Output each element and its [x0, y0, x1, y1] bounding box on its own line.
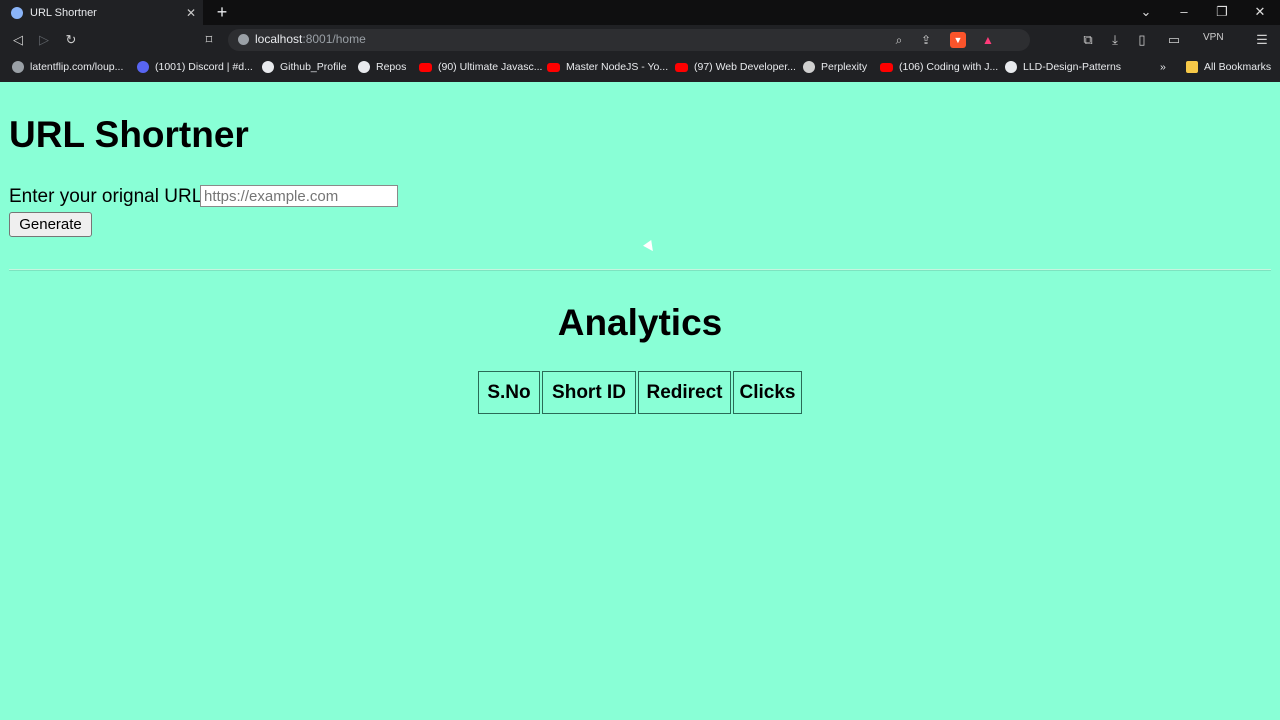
bookmark-label: Master NodeJS - Yo... [566, 61, 669, 73]
bookmarks-overflow-icon[interactable]: » [1160, 61, 1166, 73]
tab-active[interactable]: URL Shortner ✕ [0, 0, 203, 25]
github-icon [358, 61, 370, 73]
bookmark-label: latentflip.com/loup... [30, 61, 124, 73]
column-header-clicks: Clicks [733, 371, 802, 414]
bookmark-item[interactable]: Perplexity [803, 61, 867, 73]
all-bookmarks-button[interactable]: All Bookmarks [1186, 61, 1271, 73]
bookmark-item[interactable]: latentflip.com/loup... [12, 61, 123, 73]
bookmark-item[interactable]: (90) Ultimate Javasc... [419, 61, 542, 73]
divider [9, 269, 1271, 271]
url-input-label: Enter your orignal URL [9, 186, 203, 207]
new-tab-button[interactable]: + [214, 3, 230, 21]
minimize-button[interactable]: – [1176, 4, 1192, 19]
bookmark-label: (1001) Discord | #d... [155, 61, 253, 73]
generate-button[interactable]: Generate [9, 212, 92, 237]
brave-rewards-icon[interactable]: ▲ [980, 32, 996, 48]
menu-icon[interactable]: ☰ [1254, 32, 1270, 48]
all-bookmarks-label: All Bookmarks [1204, 61, 1272, 73]
bookmark-label: (90) Ultimate Javasc... [438, 61, 543, 73]
downloads-icon[interactable]: ⤓ [1107, 32, 1123, 48]
site-info-icon[interactable] [238, 34, 249, 45]
analytics-title: Analytics [557, 302, 723, 343]
close-tab-icon[interactable]: ✕ [184, 6, 198, 20]
reload-button[interactable]: ↻ [63, 32, 79, 48]
folder-icon [1186, 61, 1198, 73]
github-icon [1005, 61, 1017, 73]
perplexity-icon [803, 61, 815, 73]
tab-title: URL Shortner [30, 6, 97, 19]
close-window-button[interactable]: ✕ [1252, 4, 1268, 20]
youtube-icon [675, 62, 688, 72]
back-button[interactable]: ◁ [10, 32, 26, 48]
bookmark-label: Repos [376, 61, 407, 73]
brave-shields-icon[interactable]: ▼ [950, 32, 966, 48]
original-url-input[interactable] [200, 185, 398, 207]
analytics-table: S.No Short ID Redirect Clicks [478, 371, 802, 414]
youtube-icon [880, 62, 893, 72]
bookmark-item[interactable]: Repos [358, 61, 406, 73]
bookmark-item[interactable]: (106) Coding with J... [880, 61, 998, 73]
discord-icon [137, 61, 149, 73]
youtube-icon [419, 62, 432, 72]
extensions-icon[interactable]: ⧉ [1080, 32, 1096, 48]
column-header-redirect: Redirect [638, 371, 731, 414]
globe-icon [12, 61, 24, 73]
bookmark-item[interactable]: (97) Web Developer... [675, 61, 796, 73]
bookmark-icon[interactable]: ⌑ [201, 32, 217, 48]
address-url[interactable]: localhost:8001/home [255, 32, 366, 46]
tab-strip: URL Shortner ✕ + ⌄ – ❐ ✕ [0, 0, 1280, 25]
sidebar-icon[interactable]: ▯ [1134, 32, 1150, 48]
address-host: localhost [255, 32, 303, 46]
wallet-icon[interactable]: ▭ [1166, 32, 1182, 48]
bookmark-item[interactable]: Master NodeJS - Yo... [547, 61, 668, 73]
globe-icon [11, 6, 23, 19]
address-path: :8001/home [302, 32, 366, 46]
column-header-sno: S.No [478, 371, 540, 414]
youtube-icon [547, 62, 560, 72]
vpn-label: VPN [1203, 32, 1224, 43]
vpn-button[interactable]: VPN [1203, 32, 1224, 43]
bookmark-item[interactable]: Github_Profile [262, 61, 347, 73]
page-content: URL Shortner Enter your orignal URL Gene… [0, 82, 1280, 720]
address-bar[interactable]: localhost:8001/home ⌕ ⇪ ▼ ▲ [228, 29, 1030, 51]
bookmarks-bar: latentflip.com/loup... (1001) Discord | … [0, 55, 1280, 82]
column-header-short-id: Short ID [542, 371, 636, 414]
restore-button[interactable]: ❐ [1214, 4, 1230, 20]
bookmark-label: Github_Profile [280, 61, 347, 73]
bookmark-label: (106) Coding with J... [899, 61, 999, 73]
forward-button[interactable]: ▷ [36, 32, 52, 48]
browser-chrome: URL Shortner ✕ + ⌄ – ❐ ✕ ◁ ▷ ↻ ⌑ localho… [0, 0, 1280, 82]
bookmark-item[interactable]: (1001) Discord | #d... [137, 61, 253, 73]
tab-search-icon[interactable]: ⌄ [1138, 4, 1154, 20]
bookmark-item[interactable]: LLD-Design-Patterns [1005, 61, 1121, 73]
share-icon[interactable]: ⇪ [918, 32, 934, 48]
page-title: URL Shortner [9, 114, 249, 155]
mouse-cursor-icon [643, 240, 657, 254]
bookmark-label: (97) Web Developer... [694, 61, 796, 73]
browser-toolbar: ◁ ▷ ↻ ⌑ localhost:8001/home ⌕ ⇪ ▼ ▲ ⧉ ⤓ … [0, 25, 1280, 55]
zoom-icon[interactable]: ⌕ [891, 32, 907, 48]
github-icon [262, 61, 274, 73]
bookmark-label: Perplexity [821, 61, 868, 73]
bookmark-label: LLD-Design-Patterns [1023, 61, 1122, 73]
